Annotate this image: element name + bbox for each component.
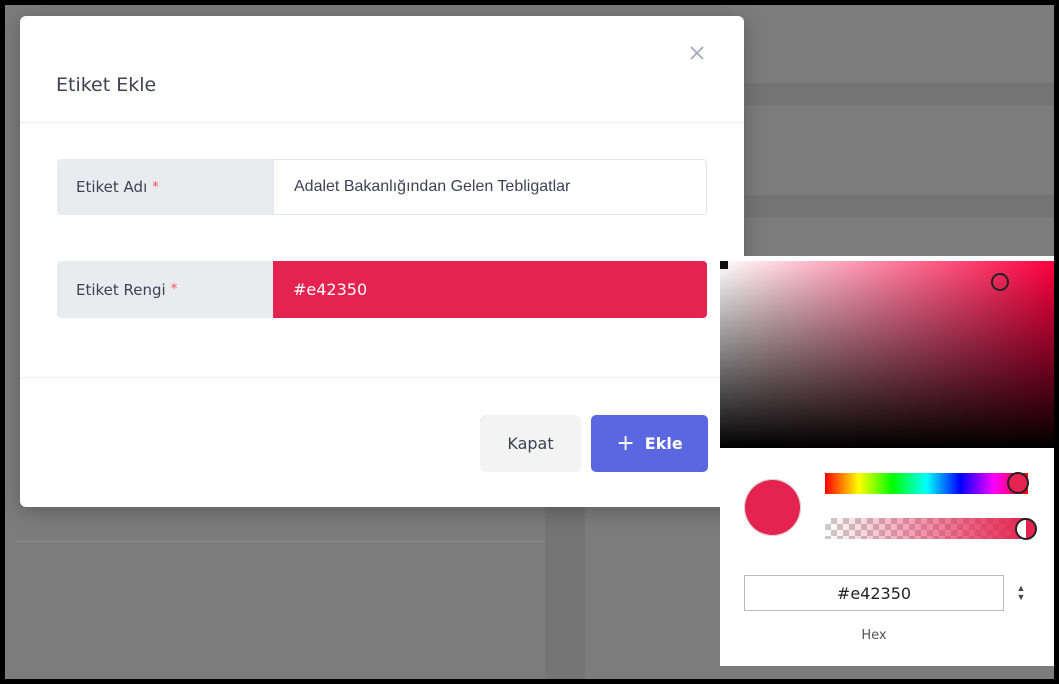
add-tag-modal: Etiket Ekle Etiket Adı * Etiket Rengi * … — [20, 16, 744, 507]
tag-name-label-text: Etiket Adı — [76, 178, 148, 196]
background-column — [545, 505, 585, 679]
add-button[interactable]: + Ekle — [591, 415, 708, 472]
color-preview-swatch — [744, 479, 801, 536]
plus-icon: + — [616, 430, 635, 456]
add-button-label: Ekle — [644, 434, 683, 453]
footer-divider — [20, 377, 744, 378]
close-button-label: Kapat — [507, 434, 554, 453]
close-icon[interactable] — [685, 41, 709, 65]
required-mark: * — [152, 179, 159, 195]
saturation-value-marker[interactable] — [991, 273, 1009, 291]
tag-name-input[interactable] — [273, 159, 707, 215]
hex-mode-label: Hex — [861, 628, 887, 643]
hue-slider-thumb[interactable] — [1007, 472, 1029, 494]
header-divider — [20, 122, 744, 123]
hue-slider[interactable] — [825, 473, 1028, 494]
alpha-slider-thumb[interactable] — [1015, 518, 1037, 540]
picker-corner-marker — [720, 261, 728, 269]
modal-title: Etiket Ekle — [56, 74, 157, 96]
background-divider — [15, 541, 545, 542]
required-mark: * — [170, 282, 178, 297]
color-picker-popup: ▲▼ Hex — [720, 256, 1054, 666]
up-down-arrows-icon[interactable]: ▲ ▼ — [1014, 582, 1028, 604]
tag-color-label-text: Etiket Rengi — [76, 280, 166, 299]
close-button[interactable]: Kapat — [480, 415, 581, 472]
hex-input[interactable] — [744, 575, 1004, 611]
background-row — [745, 195, 1054, 217]
tag-color-input[interactable] — [273, 261, 707, 318]
tag-color-label: Etiket Rengi * — [57, 261, 273, 318]
background-row — [745, 83, 1054, 105]
tag-name-label: Etiket Adı * — [57, 159, 273, 215]
alpha-slider[interactable] — [825, 518, 1028, 539]
